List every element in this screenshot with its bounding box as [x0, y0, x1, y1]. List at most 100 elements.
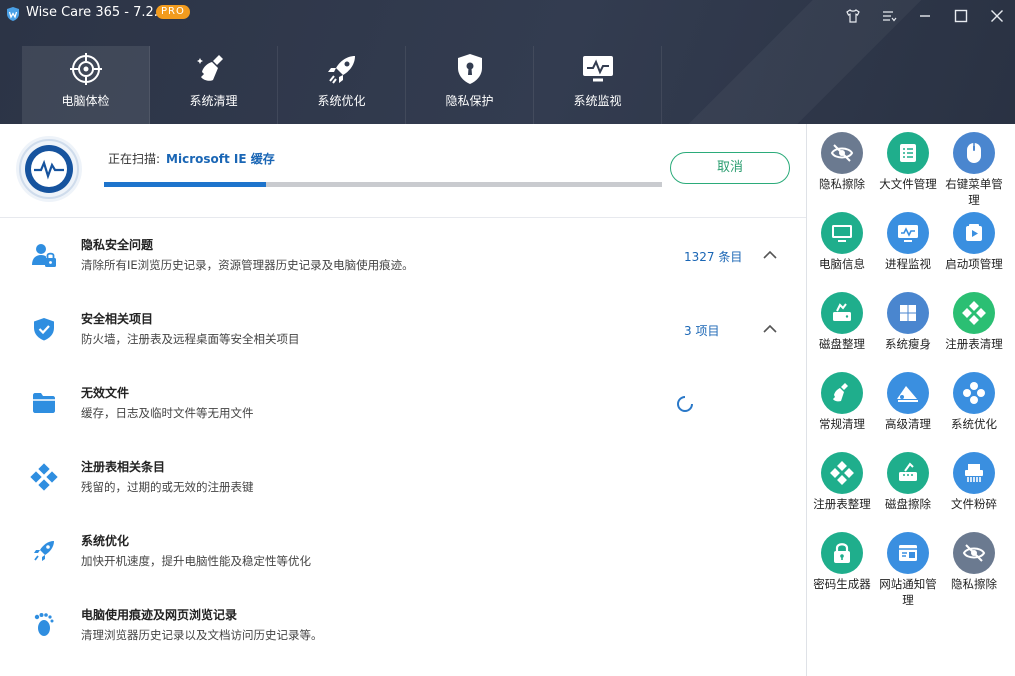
disk-wipe-icon	[887, 452, 929, 494]
tab-privacy[interactable]: 隐私保护	[406, 46, 534, 124]
tool-password-generator[interactable]: 密码生成器	[808, 524, 874, 604]
tool-system-optimizer[interactable]: 系统优化	[940, 364, 1006, 444]
rocket-small-icon	[30, 537, 58, 565]
app-title: Wise Care 365 - 7.2.5	[26, 5, 167, 20]
minimize-icon	[920, 15, 930, 17]
tool-large-file-manager[interactable]: 大文件管理	[874, 124, 940, 204]
tool-label: 注册表整理	[813, 497, 871, 511]
web-notify-icon	[887, 532, 929, 574]
tool-common-clean[interactable]: 常规清理	[808, 364, 874, 444]
disk-defrag-icon	[821, 292, 863, 334]
category-list: 隐私安全问题 清除所有IE浏览历史记录，资源管理器历史记录及电脑使用痕迹。 13…	[0, 219, 806, 676]
category-registry[interactable]: 注册表相关条目 残留的，过期的或无效的注册表键	[0, 441, 806, 515]
registry-icon	[30, 463, 58, 491]
tool-computer-info[interactable]: 电脑信息	[808, 204, 874, 284]
tool-disk-defrag[interactable]: 磁盘整理	[808, 284, 874, 364]
category-desc: 残留的，过期的或无效的注册表键	[81, 480, 254, 494]
tool-startup-manager[interactable]: 启动项管理	[940, 204, 1006, 284]
scan-status: 正在扫描: Microsoft IE 缓存	[108, 150, 275, 167]
category-optimize[interactable]: 系统优化 加快开机速度，提升电脑性能及稳定性等优化	[0, 515, 806, 589]
password-lock-icon	[821, 532, 863, 574]
app-window: Wise Care 365 - 7.2.5 PRO 电脑体检 系统清理 系统优化…	[0, 0, 1015, 676]
tab-system-optimize[interactable]: 系统优化	[278, 46, 406, 124]
tool-label: 磁盘整理	[819, 337, 865, 351]
header: Wise Care 365 - 7.2.5 PRO 电脑体检 系统清理 系统优化…	[0, 0, 1015, 124]
scan-prefix: 正在扫描:	[108, 152, 161, 166]
tool-web-notification-manager[interactable]: 网站通知管理	[874, 524, 940, 607]
tool-process-monitor[interactable]: 进程监视	[874, 204, 940, 284]
category-count[interactable]: 1327 条目	[684, 248, 742, 265]
shredder-icon	[953, 452, 995, 494]
tool-label: 电脑信息	[819, 257, 865, 271]
chevron-up-icon[interactable]	[760, 247, 780, 263]
tool-label: 隐私擦除	[819, 177, 865, 191]
tool-label: 网站通知管理	[879, 577, 937, 607]
tool-disk-wipe[interactable]: 磁盘擦除	[874, 444, 940, 524]
tool-registry-defrag[interactable]: 注册表整理	[808, 444, 874, 524]
scan-target: Microsoft IE 缓存	[166, 152, 275, 166]
tool-label: 大文件管理	[879, 177, 937, 191]
category-privacy[interactable]: 隐私安全问题 清除所有IE浏览历史记录，资源管理器历史记录及电脑使用痕迹。 13…	[0, 219, 806, 293]
tool-label: 注册表清理	[945, 337, 1003, 351]
category-desc: 缓存，日志及临时文件等无用文件	[81, 406, 254, 420]
target-icon	[69, 53, 102, 85]
tab-checkup[interactable]: 电脑体检	[22, 46, 150, 124]
tool-label: 进程监视	[885, 257, 931, 271]
registry-clean-icon	[953, 292, 995, 334]
tool-label: 高级清理	[885, 417, 931, 431]
scan-progress-bar	[104, 182, 662, 187]
tab-system-monitor[interactable]: 系统监视	[534, 46, 662, 124]
scan-pulse-icon	[16, 136, 82, 202]
maximize-button[interactable]	[949, 4, 973, 28]
minimize-button[interactable]	[913, 4, 937, 28]
shield-keyhole-icon	[457, 54, 482, 84]
tool-privacy-eraser[interactable]: 隐私擦除	[808, 124, 874, 204]
monitor-icon	[582, 56, 613, 82]
tool-label: 密码生成器	[813, 577, 871, 591]
tool-advanced-clean[interactable]: 高级清理	[874, 364, 940, 444]
tool-label: 文件粉碎	[951, 497, 997, 511]
tool-file-shredder[interactable]: 文件粉碎	[940, 444, 1006, 524]
mouse-icon	[953, 132, 995, 174]
tool-label: 系统优化	[951, 417, 997, 431]
main-tabs: 电脑体检 系统清理 系统优化 隐私保护 系统监视	[22, 46, 662, 124]
user-lock-icon	[30, 241, 58, 269]
category-title: 系统优化	[81, 534, 130, 548]
tab-label: 系统监视	[573, 94, 622, 108]
category-desc: 加快开机速度，提升电脑性能及稳定性等优化	[81, 554, 311, 568]
tool-label: 隐私擦除	[951, 577, 997, 591]
tab-label: 系统清理	[189, 94, 238, 108]
chevron-up-icon[interactable]	[760, 321, 780, 337]
category-title: 电脑使用痕迹及网页浏览记录	[81, 608, 238, 622]
category-usage-traces[interactable]: 电脑使用痕迹及网页浏览记录 清理浏览器历史记录以及文档访问历史记录等。	[0, 589, 806, 663]
gear-flower-icon	[953, 372, 995, 414]
broom-clean-icon	[821, 372, 863, 414]
tool-label: 启动项管理	[945, 257, 1003, 271]
tab-label: 系统优化	[317, 94, 366, 108]
tools-grid: 隐私擦除 大文件管理 右键菜单管理 电脑信息 进程监视 启动项管理 磁盘整理 系…	[807, 124, 1015, 676]
category-count[interactable]: 3 项目	[684, 322, 719, 339]
shield-check-icon	[30, 315, 58, 343]
eye-off-icon	[953, 532, 995, 574]
tool-context-menu-manager[interactable]: 右键菜单管理	[940, 124, 1006, 207]
scan-progress-fill	[104, 182, 266, 187]
tab-system-clean[interactable]: 系统清理	[150, 46, 278, 124]
tool-registry-cleaner[interactable]: 注册表清理	[940, 284, 1006, 364]
skin-button[interactable]	[841, 4, 865, 28]
eraser-icon	[887, 372, 929, 414]
startup-icon	[953, 212, 995, 254]
tool-privacy-eraser-2[interactable]: 隐私擦除	[940, 524, 1006, 604]
tab-label: 隐私保护	[445, 94, 494, 108]
category-title: 安全相关项目	[81, 312, 154, 326]
cancel-button[interactable]: 取消	[670, 152, 790, 184]
menu-button[interactable]	[877, 4, 901, 28]
close-icon	[991, 10, 1003, 22]
tool-system-slim[interactable]: 系统瘦身	[874, 284, 940, 364]
rocket-icon	[327, 56, 355, 84]
close-button[interactable]	[985, 4, 1009, 28]
category-desc: 清理浏览器历史记录以及文档访问历史记录等。	[81, 628, 323, 642]
title-bar: Wise Care 365 - 7.2.5 PRO	[0, 0, 1015, 32]
maximize-icon	[954, 9, 968, 23]
category-security[interactable]: 安全相关项目 防火墙，注册表及远程桌面等安全相关项目 3 项目	[0, 293, 806, 367]
pro-badge: PRO	[156, 5, 190, 19]
